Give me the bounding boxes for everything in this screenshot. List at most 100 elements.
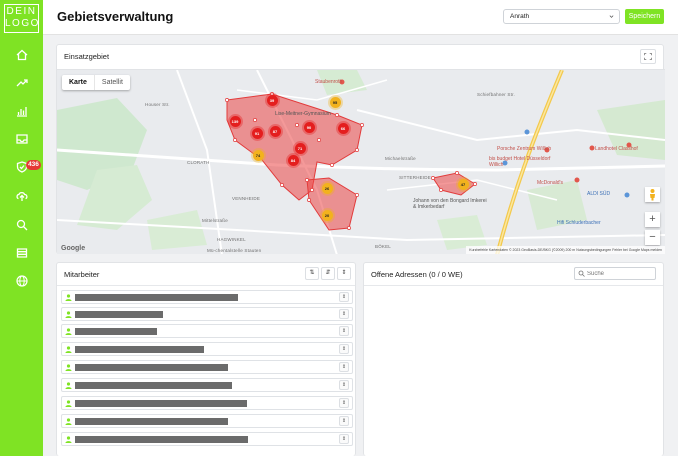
toggle-all-button[interactable]: ⇕ <box>337 267 351 280</box>
address-card: Offene Adressen (0 / 0 WE) <box>363 262 664 456</box>
map-cluster[interactable]: 74 <box>252 149 264 161</box>
map-view[interactable]: Karte Satellit CLORATH VENNHEIDE HAGWINK… <box>57 69 665 254</box>
user-icon <box>65 400 72 407</box>
trend-icon[interactable] <box>15 76 29 90</box>
staff-row-action-button[interactable]: ⇕ <box>339 398 349 408</box>
staff-row-action-button[interactable]: ⇕ <box>339 380 349 390</box>
map-cluster[interactable]: 95 <box>329 96 341 108</box>
staff-row[interactable]: ⇕ <box>61 324 353 338</box>
home-icon[interactable] <box>15 48 29 62</box>
map-label-hagwinkel: HAGWINKEL <box>217 237 246 242</box>
poi-hifi[interactable]: Hifi Schluderbacher <box>557 220 601 226</box>
poi-porsche[interactable]: Porsche Zentrum Willich <box>497 146 551 152</box>
staff-name-redacted <box>75 311 163 318</box>
staff-row[interactable]: ⇕ <box>61 307 353 321</box>
map-label-schiefbahn: Schiefbahner Str. <box>477 92 515 97</box>
poi-gymnasium[interactable]: Lise-Meitner-Gymnasium <box>275 111 331 117</box>
map-type-map-button[interactable]: Karte <box>62 75 94 90</box>
map-cluster[interactable]: 66 <box>337 122 349 134</box>
staff-name-redacted <box>75 400 247 407</box>
map-label-michaelstrasse: Michaelstraße <box>385 156 416 161</box>
address-search-input[interactable] <box>587 268 653 279</box>
map-cluster[interactable]: 71 <box>294 142 306 154</box>
user-icon <box>65 364 72 371</box>
staff-card-title: Mitarbeiter <box>64 270 100 279</box>
logo-line-2: LOGO <box>5 18 40 29</box>
street-view-pegman[interactable] <box>645 187 660 202</box>
zoom-out-button[interactable]: − <box>645 230 660 245</box>
user-icon <box>65 311 72 318</box>
poi-staubenroth[interactable]: Staubenroth <box>315 79 342 85</box>
list-icon[interactable] <box>15 246 29 260</box>
poi-budget-hotel[interactable]: bis budget Hotel Düsseldorf Willich <box>489 156 561 168</box>
sort-asc-button[interactable]: ⇅ <box>305 267 319 280</box>
user-icon <box>65 382 72 389</box>
map-type-satellite-button[interactable]: Satellit <box>93 75 130 90</box>
fullscreen-button[interactable] <box>640 49 656 64</box>
poi-aldi[interactable]: ALDI SÜD <box>587 191 610 197</box>
staff-row[interactable]: ⇕ <box>61 378 353 392</box>
search-icon[interactable] <box>15 218 29 232</box>
staff-row-action-button[interactable]: ⇕ <box>339 362 349 372</box>
staff-row-action-button[interactable]: ⇕ <box>339 416 349 426</box>
staff-row-action-button[interactable]: ⇕ <box>339 326 349 336</box>
chevron-down-icon <box>609 15 614 18</box>
staff-row-action-button[interactable]: ⇕ <box>339 292 349 302</box>
save-button[interactable]: Speichern <box>625 9 664 24</box>
user-icon <box>65 436 72 443</box>
staff-row[interactable]: ⇕ <box>61 342 353 356</box>
app-logo[interactable]: DEIN LOGO <box>4 4 39 33</box>
map-label-mittel: Mittelstraße <box>202 218 228 223</box>
map-cluster[interactable]: 91 <box>251 127 263 139</box>
user-icon <box>65 346 72 353</box>
expand-icon <box>644 53 652 60</box>
map-cluster[interactable]: 139 <box>229 115 241 127</box>
staff-row-action-button[interactable]: ⇕ <box>339 344 349 354</box>
google-logo: Google <box>61 245 86 252</box>
page-title: Gebietsverwaltung <box>57 9 174 24</box>
map-label-clorath: CLORATH <box>187 160 210 165</box>
map-cluster[interactable]: 20 <box>321 209 333 221</box>
staff-row[interactable]: ⇕ <box>61 360 353 374</box>
staff-row[interactable]: ⇕ <box>61 414 353 428</box>
staff-card: Mitarbeiter ⇅ ⇵ ⇕ ⇕ ⇕ ⇕ ⇕ ⇕ ⇕ ⇕ ⇕ ⇕ <box>56 262 356 456</box>
map-cluster[interactable]: 84 <box>287 154 299 166</box>
staff-row[interactable]: ⇕ <box>61 432 353 446</box>
sort-desc-button[interactable]: ⇵ <box>321 267 335 280</box>
upload-icon[interactable] <box>15 189 29 203</box>
address-card-title: Offene Adressen (0 / 0 WE) <box>371 270 463 279</box>
map-cluster[interactable]: 39 <box>266 94 278 106</box>
globe-icon[interactable] <box>15 274 29 288</box>
staff-name-redacted <box>75 418 228 425</box>
map-cluster[interactable]: 90 <box>303 121 315 133</box>
staff-name-redacted <box>75 294 238 301</box>
inbox-icon[interactable] <box>15 132 29 146</box>
search-icon <box>578 270 585 277</box>
map-cluster[interactable]: 26 <box>321 182 333 194</box>
staff-row[interactable]: ⇕ <box>61 290 353 304</box>
user-icon <box>65 294 72 301</box>
address-search[interactable] <box>574 267 656 280</box>
map-type-control: Karte Satellit <box>62 75 130 90</box>
map-card: Einsatzgebiet Karte Satellit CLORATH VEN… <box>56 44 665 254</box>
pegman-icon <box>650 189 655 201</box>
staff-row-action-button[interactable]: ⇕ <box>339 309 349 319</box>
zoom-in-button[interactable]: + <box>645 212 660 227</box>
map-canvas[interactable] <box>57 70 665 254</box>
staff-name-redacted <box>75 346 204 353</box>
staff-row[interactable]: ⇕ <box>61 396 353 410</box>
map-cluster[interactable]: 87 <box>269 125 281 137</box>
area-select[interactable]: Anrath <box>503 9 620 24</box>
poi-landhotel[interactable]: Landhotel Classhof <box>595 146 638 152</box>
staff-name-redacted <box>75 364 228 371</box>
area-select-value: Anrath <box>510 13 530 20</box>
poi-imkerei[interactable]: Johann von den Bongard Imkerei & Imkerbe… <box>413 198 489 210</box>
map-label-sitterheide: SITTERHEIDE <box>399 175 431 180</box>
staff-row-action-button[interactable]: ⇕ <box>339 434 349 444</box>
notification-badge: 436 <box>26 160 41 170</box>
map-cluster[interactable]: 47 <box>457 178 469 190</box>
bar-chart-icon[interactable] <box>15 104 29 118</box>
staff-name-redacted <box>75 328 157 335</box>
poi-mcdonalds[interactable]: McDonald's <box>537 180 563 186</box>
map-card-title: Einsatzgebiet <box>64 52 110 61</box>
